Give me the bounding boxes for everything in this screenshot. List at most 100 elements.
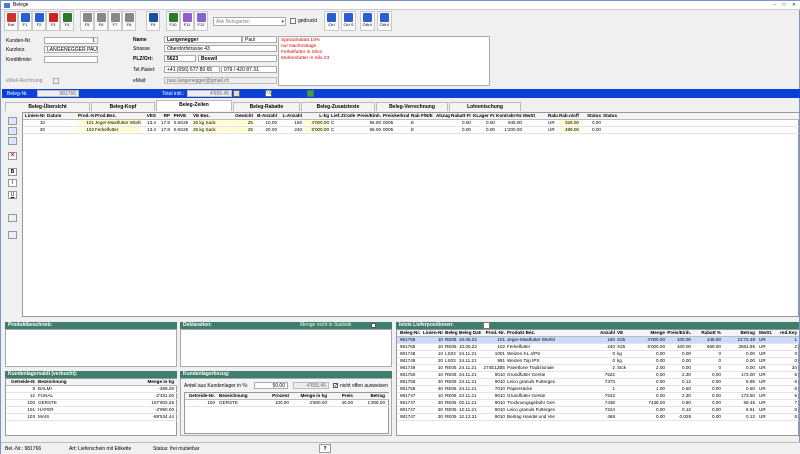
table-row[interactable]: 9 BALMI -389.29 (6, 386, 177, 393)
tab-lohnmischung[interactable]: Lohnmischung (449, 102, 521, 111)
notes-box[interactable]: Spezialrabatt 10% nur Nachmittage Ferkel… (278, 36, 490, 86)
toolbar-button-öarv[interactable]: ÖArV (377, 11, 392, 31)
table-row[interactable]: 100 GERSTE 100.00 2'800.00 40.00 1'308.00 (185, 400, 389, 407)
table-cell: E (411, 120, 415, 125)
table-row[interactable]: 981766 10 RE05 10.05.22 101 Jeger-Mastfutter … (397, 337, 799, 344)
anteil-field[interactable]: 50.00 (254, 382, 288, 389)
produktbeschrieb-box[interactable] (5, 329, 177, 367)
table-cell: 30 (437, 379, 443, 384)
underline-icon[interactable]: U (8, 191, 17, 199)
anteil-value: 50.00 (272, 383, 285, 389)
table-row[interactable]: 10 101 Jeger-Mastfutter Würfel 13.4 17.8 0.6 S… (23, 120, 799, 127)
toolbar-button-f11[interactable]: F11 (180, 11, 194, 31)
move-down-icon[interactable] (8, 137, 17, 145)
tab-beleg-rabatte[interactable]: Beleg-Rabatte (233, 102, 300, 111)
menge-statistik-checkbox[interactable] (371, 323, 376, 328)
move-up-icon[interactable] (8, 127, 17, 135)
calculator-icon[interactable] (233, 90, 240, 97)
bold-icon[interactable]: B (8, 168, 17, 176)
table-row[interactable]: 981747 30 RE05 02.11.21 9010 Trocknungsgebühr… (397, 400, 799, 407)
toolbar-button-f3[interactable]: F3 (46, 11, 60, 31)
table-cell: 2'800.00 (309, 400, 327, 405)
table-row[interactable]: 100 GERSTE 157'803.26 (6, 400, 177, 407)
tab-beleg-übersicht[interactable]: Beleg-Übersicht (5, 102, 90, 111)
column-header: Preiskerkraft (383, 113, 409, 118)
tel-field[interactable]: +41 (056) 677 80 65 (164, 66, 220, 73)
toolbar-button-f2[interactable]: F2 (32, 11, 46, 31)
table-cell: 24.11.21 (459, 372, 477, 377)
table-row[interactable]: 101 HAFER -2'890.00 (6, 407, 177, 414)
total-label: Total inkl.: (162, 91, 185, 97)
vorname-field[interactable]: Paul (242, 36, 277, 43)
column-header: Prozent (272, 393, 289, 398)
new-line-icon[interactable] (8, 117, 17, 125)
table-cell: S25 (617, 337, 626, 342)
beleg-nr-field[interactable]: 981766 (37, 90, 79, 97)
deklaration-box[interactable] (180, 329, 392, 367)
table-row[interactable]: 981758 30 RE05 24.11.21 9010 Leico granuls Fu… (397, 379, 799, 386)
email-field[interactable]: paul.langenegger@gmail.ch (164, 77, 277, 84)
natel-field[interactable]: 079 / 420 87 31 (221, 66, 277, 73)
search-icon[interactable]: 🔍 (265, 90, 272, 97)
nicht-offen-checkbox[interactable]: ✓ (333, 383, 338, 389)
toolbar-button-f9[interactable]: F9 (146, 11, 160, 31)
toolbar-button-f10[interactable]: F10 (166, 11, 180, 31)
table-row[interactable]: 981748 10 LS03 24.11.21 1001 Weizen KL 4/PS 0 k… (397, 351, 799, 358)
kundenlager-body: 9 BALMI -389.29 12 FUNAL -2'481.00 100 GERSTE 15… (6, 386, 177, 436)
table-row[interactable]: 981747 10 RE05 24.11.21 9010 Grundfutter Gers… (397, 393, 799, 400)
toolbar-button-f4[interactable]: F4 (60, 11, 74, 31)
toolbar-button-f6[interactable]: F6 (94, 11, 108, 31)
maximize-button[interactable]: □ (780, 2, 788, 8)
belegart-filter-combo[interactable]: Alle Belegarten ▾ (213, 17, 286, 26)
email-rechnung-checkbox[interactable] (53, 78, 59, 84)
table-row[interactable]: 981747 30 RE05 12.11.21 9010 Leico granuls Fu… (397, 407, 799, 414)
minimize-button[interactable]: – (771, 2, 779, 8)
bezug-grid: Getreide-Nr. Bezeichnung Prozent Menge in k… (184, 392, 389, 434)
tab-beleg-kopf[interactable]: Beleg-Kopf (91, 102, 155, 111)
table-cell: 101 (497, 337, 505, 342)
table-row[interactable]: 981748 20 LS03 24.11.21 991 Weizen Top IPS 0 kg… (397, 358, 799, 365)
strasse-field[interactable]: Oberdorfstrasse 43 (164, 45, 277, 52)
toolbar-button-f12[interactable]: F12 (194, 11, 208, 31)
name-field[interactable]: Langenegger (164, 36, 242, 43)
toolbar-button-öarv[interactable]: ÖArV (360, 11, 375, 31)
help-button[interactable]: ? (319, 444, 331, 453)
table-row[interactable]: 103 MAIS -89'534.44 (6, 414, 177, 421)
toolbar-button-f7[interactable]: F7 (108, 11, 122, 31)
kreditlimite-field[interactable] (44, 56, 98, 63)
table-row[interactable]: 981750 10 RE05 24.11.21 9010 Grundfutter Gers… (397, 372, 799, 379)
table-row[interactable]: 12 FUNAL -2'481.00 (6, 393, 177, 400)
delete-icon[interactable]: ✕ (8, 152, 17, 160)
table-row[interactable]: 981758 40 RE05 24.11.21 7010 Papiersäcke 1 1.00… (397, 386, 799, 393)
italic-icon[interactable]: I (8, 179, 17, 187)
ort-field[interactable]: Boswil (198, 55, 277, 62)
table-cell: 6 (794, 393, 797, 398)
tab-beleg-zusatztexte[interactable]: Beleg-Zusatztexte (301, 102, 375, 111)
tab-beleg-zeilen[interactable]: Beleg-Zeilen (156, 100, 232, 111)
close-button[interactable]: ✕ (790, 2, 798, 8)
window-title: Belege (13, 2, 29, 8)
toolbar-button-f1[interactable]: F1 (18, 11, 32, 31)
table-row[interactable]: 20 102 Ferkelfutter 13.4 17.8 0.6 S25 25 kg Sac… (23, 127, 799, 134)
tel-natel-label: Tel./Natel: (133, 67, 156, 73)
plz-field[interactable]: 5623 (164, 55, 196, 62)
table-cell: 7 (794, 400, 797, 405)
print-icon[interactable] (483, 322, 490, 329)
toolbar-button-exit[interactable]: Exit (4, 11, 18, 31)
kurzbez-field[interactable]: LANGENEGGER PAU (44, 46, 98, 53)
toolbar-button-ctrl[interactable]: Ctrl (324, 11, 339, 31)
letzte-header-row: Beleg-Nr.Linien-Nr.BelegBeleg Datum Prod.… (397, 330, 799, 337)
kunden-nr-field[interactable]: 1 (44, 37, 98, 44)
toolbar-button-f5[interactable]: F5 (80, 11, 94, 31)
strasse-label: Strasse (133, 46, 150, 52)
toolbar-button-ctrl-s[interactable]: Ctrl S (341, 11, 356, 31)
table-row[interactable]: 981749 10 RE05 24.11.21 274E12B5 Panettone Tr… (397, 365, 799, 372)
gedruckt-checkbox[interactable] (290, 18, 296, 24)
table-row[interactable]: 981747 30 RE05 12.12.21 9010 Beitrag Handel u… (397, 414, 799, 421)
tab-beleg-verrechnung[interactable]: Beleg-Verrechnung (376, 102, 448, 111)
toolbar-button-f8[interactable]: F8 (122, 11, 136, 31)
merge-icon[interactable] (8, 214, 17, 222)
tools-icon[interactable] (8, 231, 17, 239)
table-row[interactable]: 981765 10 RE05 10.05.22 102 Ferkelfutter 240 S2… (397, 344, 799, 351)
export-icon[interactable] (307, 90, 314, 97)
